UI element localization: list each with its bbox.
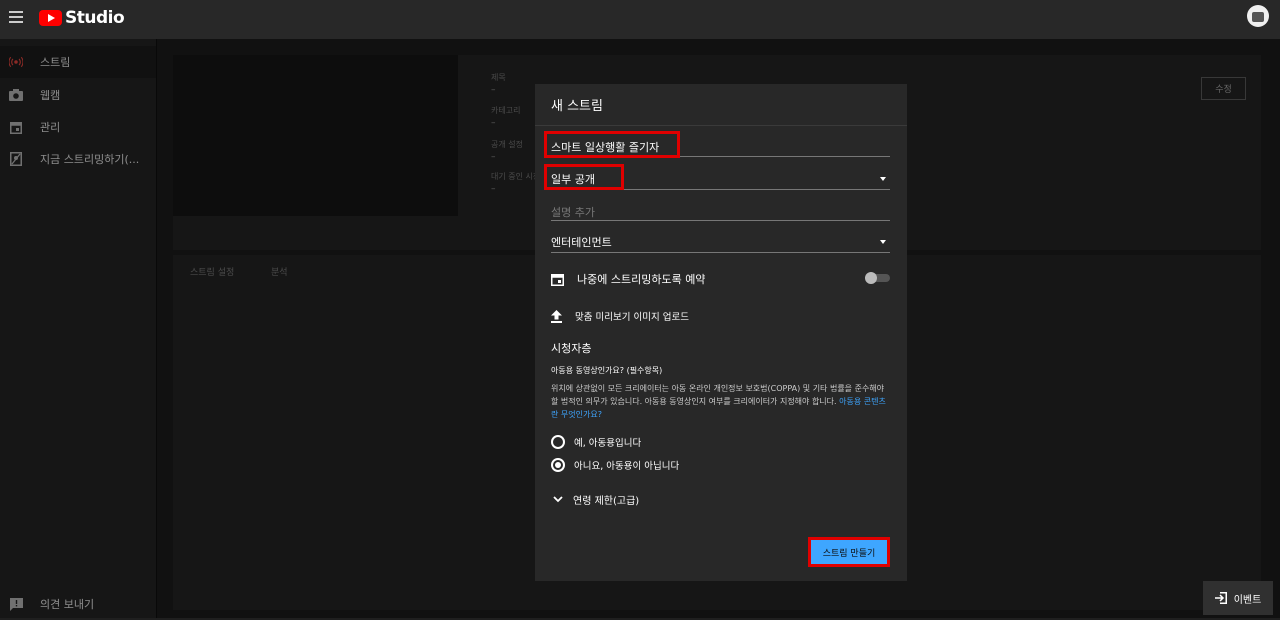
kids-question-label: 아동용 동영상인가요? (필수항목): [551, 366, 663, 375]
dropdown-caret-icon: [880, 177, 886, 181]
option-no[interactable]: 아니요, 아동용이 아닙니다: [551, 458, 679, 472]
highlight-box: [544, 131, 680, 158]
studio-logo[interactable]: Studio: [39, 8, 125, 28]
upload-icon: [551, 309, 562, 323]
schedule-label: 나중에 스트리밍하도록 예약: [577, 273, 706, 286]
enter-icon: [1214, 592, 1227, 604]
chevron-down-icon: [553, 496, 563, 503]
new-stream-dialog: 새 스트림 스마트 일상행활 즐기자 일부 공개 설명 추가 엔터테인먼트 나중…: [535, 84, 907, 581]
option-yes[interactable]: 예, 아동용입니다: [551, 435, 641, 449]
highlight-box: [544, 164, 624, 190]
radio-yes[interactable]: [551, 435, 565, 449]
age-restriction-toggle[interactable]: 연령 제한(고급): [553, 492, 639, 507]
kids-description-text: 위치에 상관없이 모든 크리에이터는 아동 온라인 개인정보 보호법(COPPA…: [551, 384, 885, 406]
thumbnail-upload-label: 맞춤 미리보기 이미지 업로드: [575, 312, 689, 323]
schedule-row: 나중에 스트리밍하도록 예약: [551, 271, 705, 287]
events-button[interactable]: 이벤트: [1203, 581, 1273, 615]
top-bar: Studio: [0, 0, 1280, 39]
radio-no[interactable]: [551, 458, 565, 472]
thumbnail-upload-button[interactable]: 맞춤 미리보기 이미지 업로드: [551, 309, 689, 323]
youtube-logo-icon: [39, 10, 62, 26]
hamburger-menu-icon[interactable]: [9, 11, 23, 23]
audience-section-title: 시청자층: [551, 342, 592, 355]
option-no-label: 아니요, 아동용이 아닙니다: [574, 461, 680, 472]
dialog-title: 새 스트림: [535, 84, 907, 126]
account-avatar-icon[interactable]: [1247, 5, 1269, 27]
category-select[interactable]: 엔터테인먼트: [551, 234, 890, 253]
logo-text: Studio: [65, 8, 125, 28]
option-yes-label: 예, 아동용입니다: [574, 438, 642, 449]
dropdown-caret-icon: [880, 240, 886, 244]
events-label: 이벤트: [1233, 594, 1262, 606]
highlight-box: [808, 537, 890, 567]
category-value: 엔터테인먼트: [551, 236, 612, 249]
description-input[interactable]: 설명 추가: [551, 204, 890, 221]
age-restriction-label: 연령 제한(고급): [573, 496, 640, 507]
schedule-toggle[interactable]: [865, 272, 890, 284]
calendar-icon: [551, 273, 564, 286]
kids-description: 위치에 상관없이 모든 크리에이터는 아동 온라인 개인정보 보호법(COPPA…: [551, 382, 893, 421]
